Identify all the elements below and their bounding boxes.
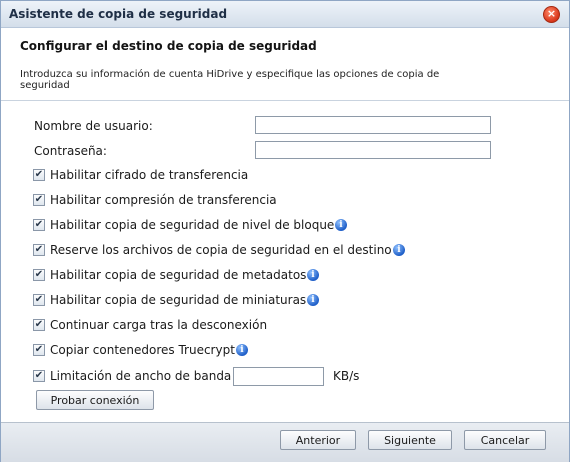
- option-checkbox[interactable]: ✔: [33, 244, 45, 256]
- option-label: Continuar carga tras la desconexión: [50, 318, 268, 332]
- password-row: Contraseña:: [34, 141, 504, 162]
- bandwidth-unit: KB/s: [333, 369, 360, 383]
- option-label: Habilitar copia de seguridad de metadato…: [50, 268, 307, 282]
- option-checkbox[interactable]: ✔: [33, 344, 45, 356]
- dialog-title: Asistente de copia de seguridad: [9, 7, 228, 21]
- info-icon[interactable]: i: [335, 219, 347, 231]
- password-field[interactable]: [255, 141, 491, 159]
- password-label: Contraseña:: [34, 144, 107, 158]
- option-row: ✔ Habilitar copia de seguridad de nivel d…: [33, 217, 453, 235]
- option-label: Copiar contenedores Truecrypt: [50, 343, 235, 357]
- option-label: Reserve los archivos de copia de segurid…: [50, 243, 392, 257]
- option-row: ✔ Copiar contenedores Truecrypt i: [33, 342, 453, 360]
- form-area: Nombre de usuario: Contraseña: ✔ Habilita…: [1, 101, 569, 421]
- test-connection-button[interactable]: Probar conexión: [36, 390, 154, 410]
- step-header: Configurar el destino de copia de seguri…: [1, 28, 569, 101]
- option-label: Habilitar compresión de transferencia: [50, 193, 277, 207]
- username-field[interactable]: [255, 116, 491, 134]
- back-button[interactable]: Anterior: [280, 430, 356, 450]
- next-button[interactable]: Siguiente: [368, 430, 452, 450]
- info-icon[interactable]: i: [236, 344, 248, 356]
- info-icon[interactable]: i: [307, 294, 319, 306]
- option-checkbox[interactable]: ✔: [33, 294, 45, 306]
- option-checkbox[interactable]: ✔: [33, 194, 45, 206]
- option-row: ✔ Reserve los archivos de copia de seguri…: [33, 242, 453, 260]
- option-label: Habilitar copia de seguridad de nivel de…: [50, 218, 335, 232]
- cancel-button[interactable]: Cancelar: [464, 430, 546, 450]
- option-row: ✔ Habilitar copia de seguridad de miniatu…: [33, 292, 453, 310]
- option-label: Habilitar copia de seguridad de miniatur…: [50, 293, 307, 307]
- info-icon[interactable]: i: [307, 269, 319, 281]
- step-description: Introduzca su información de cuenta HiDr…: [20, 69, 440, 91]
- option-row: ✔ Habilitar copia de seguridad de metadat…: [33, 267, 453, 285]
- option-checkbox[interactable]: ✔: [33, 169, 45, 181]
- info-icon[interactable]: i: [393, 244, 405, 256]
- bandwidth-input[interactable]: [233, 367, 324, 386]
- close-icon[interactable]: ×: [543, 6, 560, 23]
- option-checkbox[interactable]: ✔: [33, 219, 45, 231]
- username-row: Nombre de usuario:: [34, 116, 504, 137]
- option-row: ✔ Habilitar compresión de transferencia: [33, 192, 453, 210]
- bandwidth-row: ✔ Limitación de ancho de banda KB/s: [33, 367, 393, 386]
- option-checkbox[interactable]: ✔: [33, 319, 45, 331]
- bandwidth-label: Limitación de ancho de banda: [50, 369, 232, 383]
- option-checkbox[interactable]: ✔: [33, 269, 45, 281]
- option-row: ✔ Continuar carga tras la desconexión: [33, 317, 453, 335]
- footer-bar: Anterior Siguiente Cancelar: [1, 422, 569, 462]
- title-bar: Asistente de copia de seguridad ×: [1, 1, 569, 28]
- step-title: Configurar el destino de copia de seguri…: [20, 39, 317, 53]
- option-row: ✔ Habilitar cifrado de transferencia: [33, 167, 453, 185]
- bandwidth-checkbox[interactable]: ✔: [33, 370, 45, 382]
- backup-wizard-dialog: Asistente de copia de seguridad × Config…: [0, 0, 570, 462]
- username-label: Nombre de usuario:: [34, 119, 153, 133]
- option-label: Habilitar cifrado de transferencia: [50, 168, 249, 182]
